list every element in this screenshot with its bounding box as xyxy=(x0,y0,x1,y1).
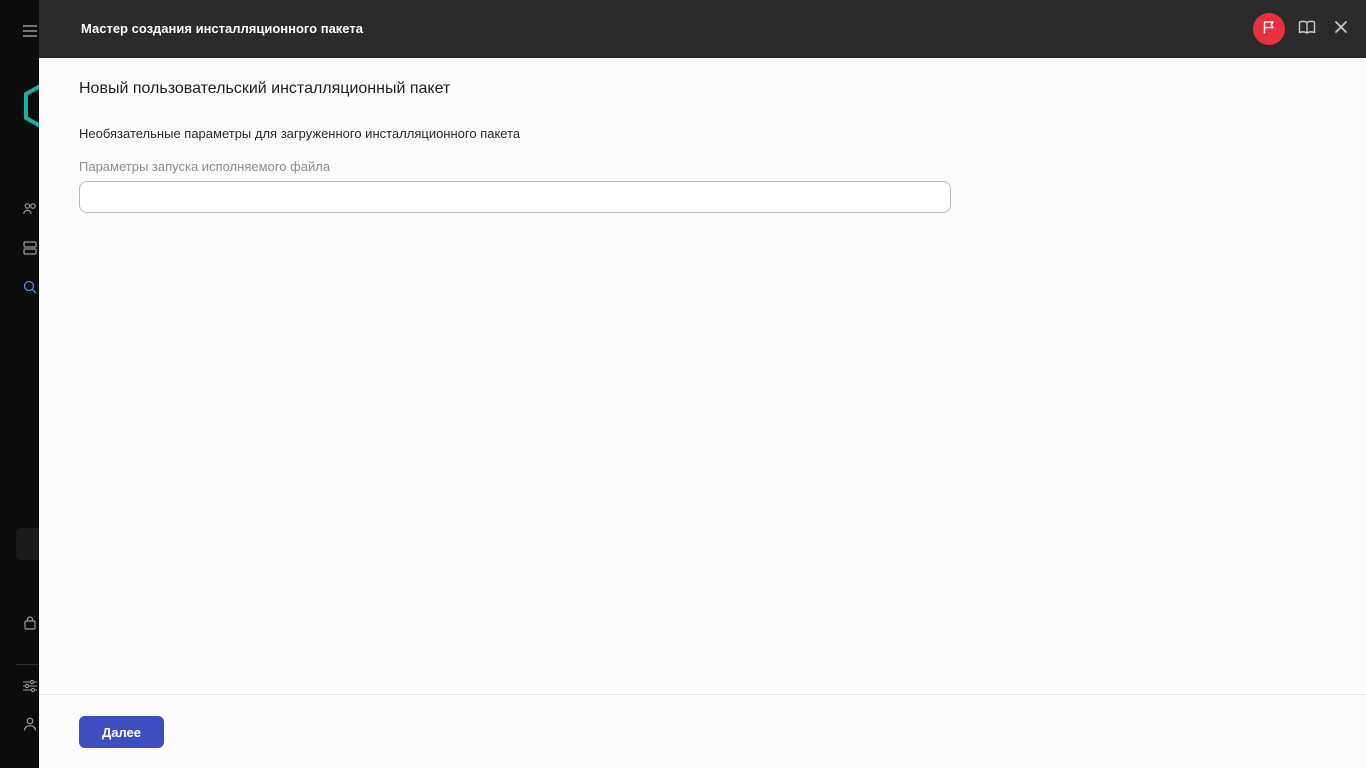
flag-icon xyxy=(1261,19,1277,40)
user-icon[interactable] xyxy=(22,716,38,732)
sidebar-divider xyxy=(16,664,40,665)
menu-icon[interactable] xyxy=(22,23,38,39)
feedback-button[interactable] xyxy=(1253,13,1285,45)
page-heading: Новый пользовательский инсталляционный п… xyxy=(79,80,451,97)
close-icon xyxy=(1334,20,1348,39)
help-button[interactable] xyxy=(1297,19,1317,39)
close-button[interactable] xyxy=(1331,19,1351,39)
dialog-title: Мастер создания инсталляционного пакета xyxy=(81,21,363,36)
next-button[interactable]: Далее xyxy=(79,716,164,748)
search-icon[interactable] xyxy=(22,279,38,295)
sidebar-active-item[interactable] xyxy=(16,528,40,560)
bag-icon[interactable] xyxy=(22,615,38,631)
section-label: Необязательные параметры для загруженног… xyxy=(79,126,521,141)
dialog-header: Мастер создания инсталляционного пакета xyxy=(39,0,1366,58)
logo-icon xyxy=(24,82,40,130)
launch-parameters-label: Параметры запуска исполняемого файла xyxy=(79,159,331,174)
installation-package-wizard: Мастер создания инсталляционного пакета … xyxy=(39,0,1366,768)
app-sidebar xyxy=(0,0,40,768)
launch-parameters-input[interactable] xyxy=(79,181,951,213)
database-icon[interactable] xyxy=(22,240,38,256)
users-icon[interactable] xyxy=(22,201,38,217)
book-icon xyxy=(1298,19,1316,40)
footer-divider xyxy=(39,694,1366,695)
settings-sliders-icon[interactable] xyxy=(22,678,38,694)
